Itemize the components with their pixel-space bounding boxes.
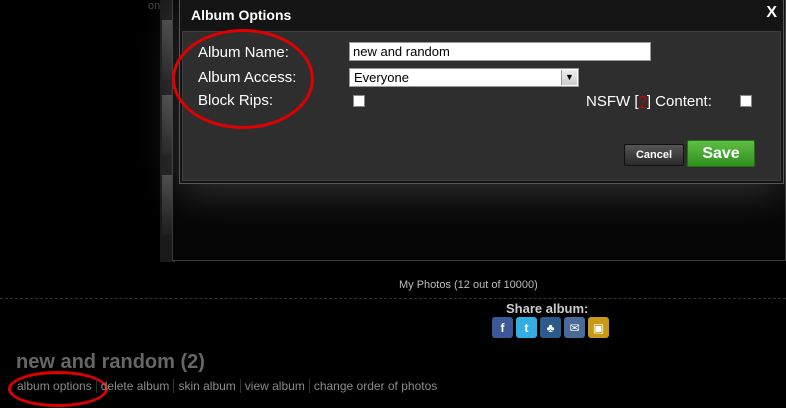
myspace-icon[interactable]: ♣ — [540, 317, 561, 338]
album-options-link[interactable]: album options — [16, 379, 97, 393]
view-album-link[interactable]: view album — [241, 379, 310, 393]
divider — [0, 298, 786, 299]
album-name-input[interactable] — [349, 42, 651, 61]
share-album-title: Share album: — [506, 301, 589, 316]
save-button[interactable]: Save — [687, 140, 755, 167]
share-icons: f t ♣ ✉ ▣ — [492, 317, 609, 338]
thumbnail[interactable] — [162, 20, 172, 80]
album-title: new and random (2) — [16, 351, 205, 373]
close-icon[interactable]: X — [766, 4, 777, 22]
nsfw-help-link[interactable]: ? — [639, 93, 647, 110]
dialog-title: Album Options — [191, 7, 292, 23]
thumbnail[interactable] — [162, 95, 172, 155]
photo-count: My Photos (12 out of 10000) — [399, 279, 538, 291]
cancel-button[interactable]: Cancel — [624, 144, 684, 166]
embed-icon[interactable]: ▣ — [588, 317, 609, 338]
dropdown-arrow-icon[interactable]: ▼ — [561, 70, 577, 85]
annotation-circle — [172, 29, 314, 129]
skin-album-link[interactable]: skin album — [174, 379, 241, 393]
block-rips-checkbox[interactable] — [353, 95, 365, 107]
twitter-icon[interactable]: t — [516, 317, 537, 338]
nsfw-checkbox[interactable] — [740, 95, 752, 107]
album-access-select[interactable]: Everyone ▼ — [349, 68, 579, 87]
nsfw-prefix: NSFW [ — [586, 93, 639, 110]
facebook-icon[interactable]: f — [492, 317, 513, 338]
nsfw-suffix: ] Content: — [646, 93, 712, 110]
thumbnail[interactable] — [162, 175, 172, 235]
album-links: album options delete album skin album vi… — [16, 379, 441, 393]
email-icon[interactable]: ✉ — [564, 317, 585, 338]
nsfw-label: NSFW [?] Content: — [586, 93, 712, 110]
change-order-link[interactable]: change order of photos — [310, 379, 441, 393]
delete-album-link[interactable]: delete album — [97, 379, 175, 393]
album-access-value: Everyone — [354, 70, 409, 85]
